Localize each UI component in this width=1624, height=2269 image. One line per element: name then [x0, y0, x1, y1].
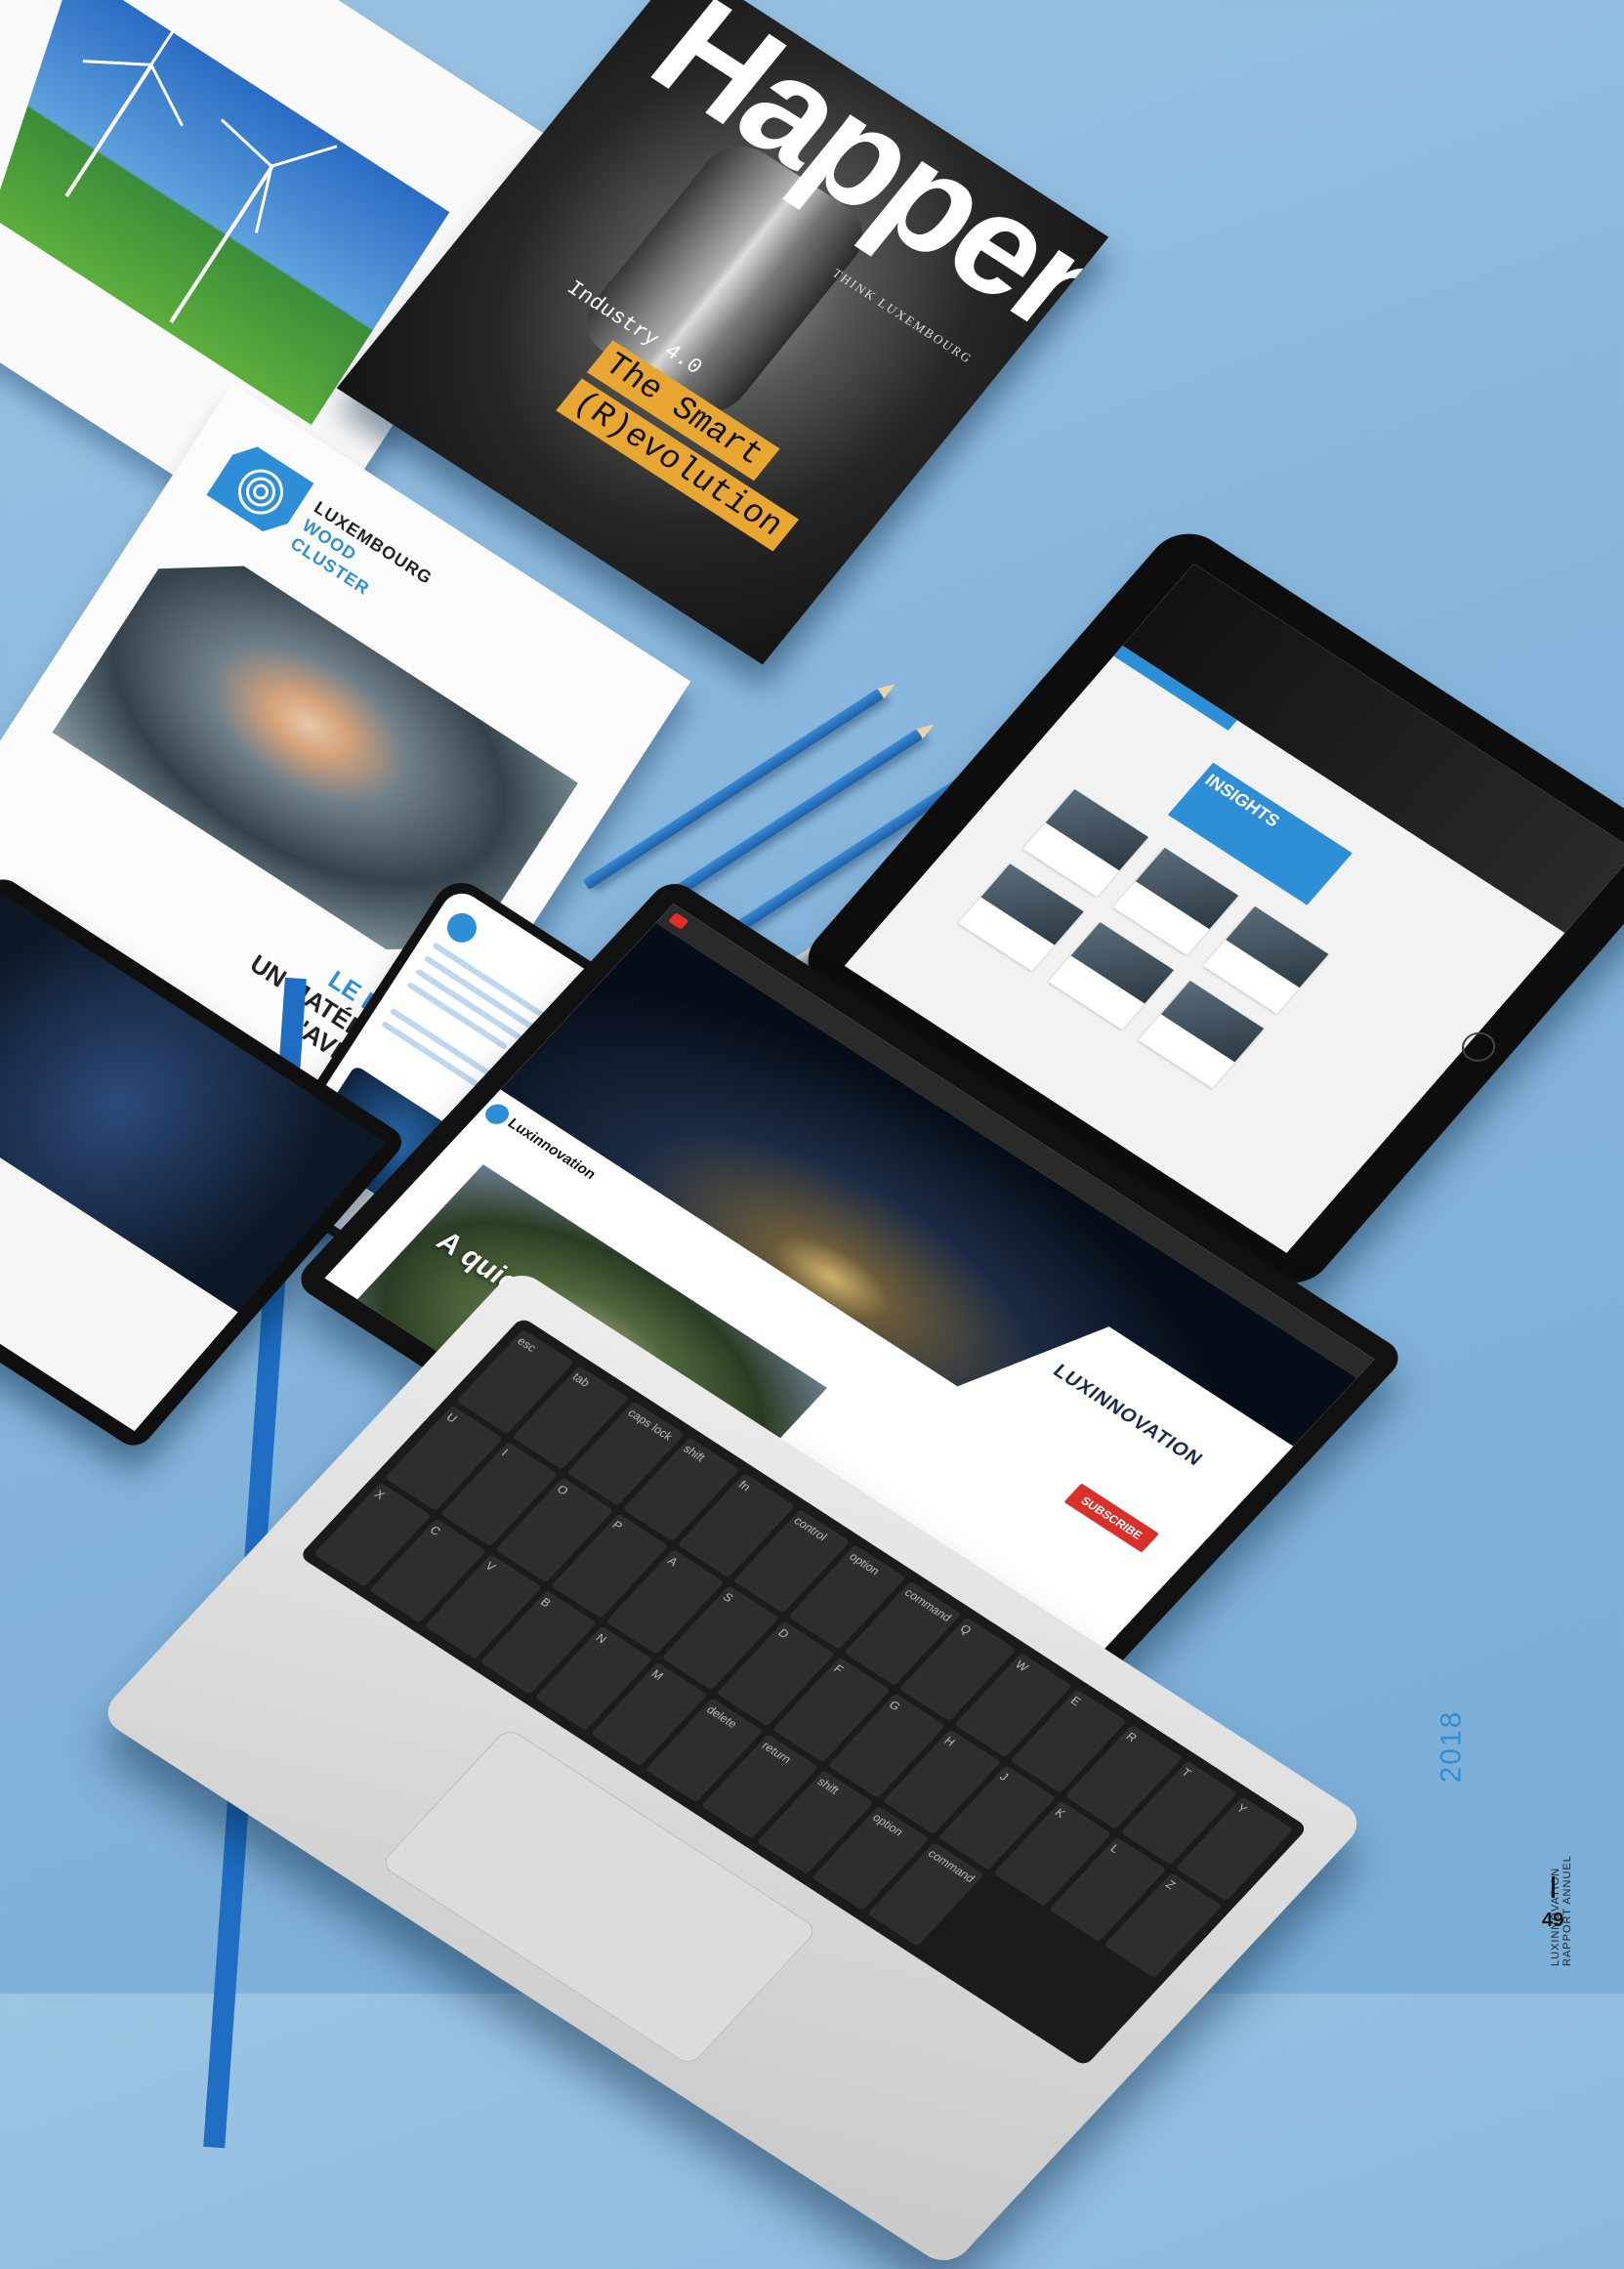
avatar	[441, 907, 482, 948]
news-card[interactable]	[1138, 981, 1265, 1089]
page-number: 49	[1542, 1910, 1564, 1931]
page-footer: 2018 LUXINNOVATION RAPPORT ANNUEL 49	[1435, 1622, 1581, 1966]
news-card[interactable]	[1112, 847, 1239, 955]
news-card[interactable]	[1203, 905, 1329, 1014]
video-thumbnail[interactable]	[324, 1330, 394, 1408]
news-card[interactable]	[1048, 922, 1174, 1030]
wood-cluster-logo	[206, 438, 313, 541]
youtube-icon	[667, 912, 689, 930]
news-card[interactable]	[958, 863, 1084, 972]
news-card[interactable]	[1022, 789, 1148, 897]
report-year: 2018	[1435, 1709, 1468, 1784]
